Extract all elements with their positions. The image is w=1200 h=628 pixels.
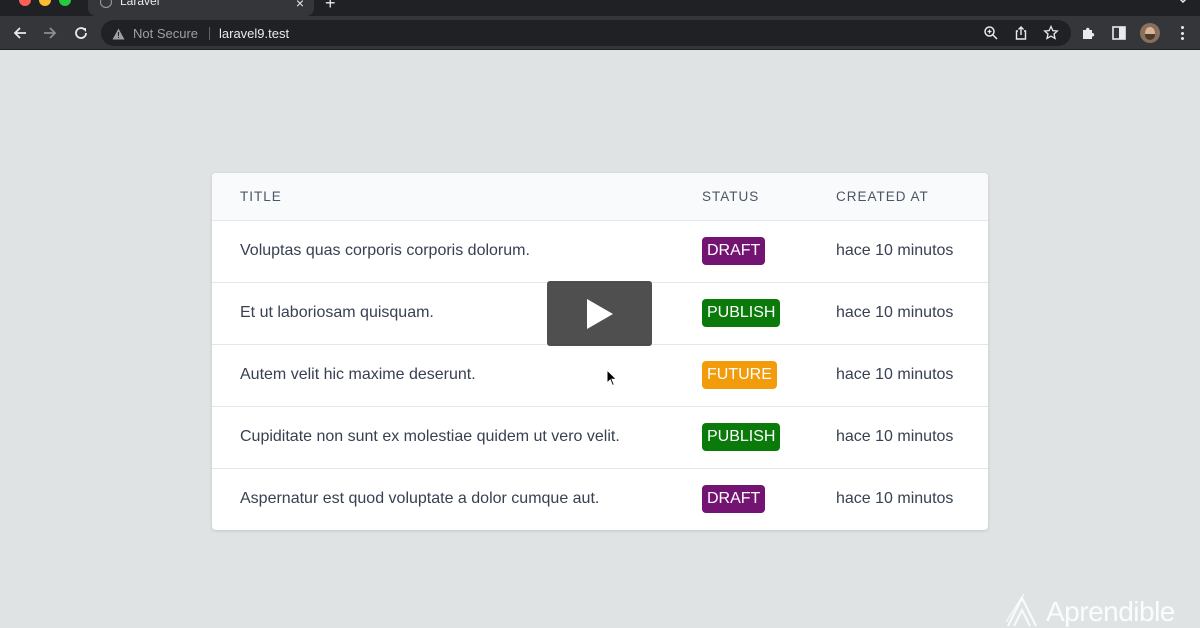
browser-tab[interactable]: Laravel × xyxy=(88,0,314,16)
kebab-menu-icon[interactable] xyxy=(1174,25,1190,41)
created-at: hace 10 minutos xyxy=(836,242,954,259)
table-row: Voluptas quas corporis corporis dolorum.… xyxy=(212,220,988,282)
post-title: Voluptas quas corporis corporis dolorum. xyxy=(240,242,530,259)
status-badge: DRAFT xyxy=(702,485,766,514)
table-row: Cupiditate non sunt ex molestiae quidem … xyxy=(212,406,988,468)
video-play-button[interactable] xyxy=(547,281,652,346)
maximize-window-button[interactable] xyxy=(59,0,71,6)
globe-icon xyxy=(100,0,112,8)
avatar-beard xyxy=(1145,34,1155,40)
browser-toolbar: Not Secure laravel9.test xyxy=(0,16,1200,50)
aprendible-logo-icon xyxy=(1005,593,1037,627)
tab-strip: Laravel × + xyxy=(0,0,1200,16)
side-panel-icon[interactable] xyxy=(1111,25,1127,41)
url-text[interactable]: laravel9.test xyxy=(219,26,289,41)
tab-close-icon[interactable]: × xyxy=(296,0,304,10)
post-title: Cupiditate non sunt ex molestiae quidem … xyxy=(240,428,620,445)
posts-table: TITLE STATUS CREATED AT Voluptas quas co… xyxy=(212,173,988,530)
address-bar[interactable]: Not Secure laravel9.test xyxy=(101,20,1071,46)
close-window-button[interactable] xyxy=(19,0,31,6)
back-arrow-icon[interactable] xyxy=(10,23,30,43)
mouse-cursor-icon xyxy=(606,368,618,392)
tab-search-chevron-icon[interactable] xyxy=(1178,0,1188,6)
warning-icon[interactable] xyxy=(112,27,125,45)
post-title: Autem velit hic maxime deserunt. xyxy=(240,366,476,383)
play-icon xyxy=(586,298,613,329)
table-row: Aspernatur est quod voluptate a dolor cu… xyxy=(212,468,988,530)
status-badge: PUBLISH xyxy=(702,423,781,451)
created-at: hace 10 minutos xyxy=(836,490,954,508)
forward-arrow-icon[interactable] xyxy=(40,23,60,43)
status-badge: FUTURE xyxy=(702,361,777,389)
security-label[interactable]: Not Secure xyxy=(133,26,198,41)
reload-icon[interactable] xyxy=(71,23,91,43)
zoom-icon[interactable] xyxy=(983,25,999,41)
table-row: Autem velit hic maxime deserunt. FUTURE … xyxy=(212,344,988,406)
header-status: STATUS xyxy=(702,188,760,204)
header-created-at: CREATED AT xyxy=(836,188,929,204)
tab-title: Laravel xyxy=(120,0,160,8)
post-title: Aspernatur est quod voluptate a dolor cu… xyxy=(240,490,600,508)
bookmark-star-icon[interactable] xyxy=(1043,24,1059,41)
share-icon[interactable] xyxy=(1013,25,1029,41)
status-badge: DRAFT xyxy=(702,237,766,265)
extensions-puzzle-icon[interactable] xyxy=(1081,25,1097,41)
watermark-text: Aprendible xyxy=(1046,596,1175,627)
new-tab-button[interactable]: + xyxy=(325,0,336,12)
status-badge: PUBLISH xyxy=(702,299,781,327)
omnibox-divider xyxy=(209,27,210,40)
aprendible-watermark: Aprendible xyxy=(1004,592,1184,628)
created-at: hace 10 minutos xyxy=(836,304,954,321)
profile-avatar[interactable] xyxy=(1140,23,1160,43)
created-at: hace 10 minutos xyxy=(836,366,954,383)
posts-table-card: TITLE STATUS CREATED AT Voluptas quas co… xyxy=(212,173,988,530)
created-at: hace 10 minutos xyxy=(836,428,954,445)
table-header-row: TITLE STATUS CREATED AT xyxy=(212,173,988,220)
minimize-window-button[interactable] xyxy=(39,0,51,6)
header-title: TITLE xyxy=(240,188,282,204)
